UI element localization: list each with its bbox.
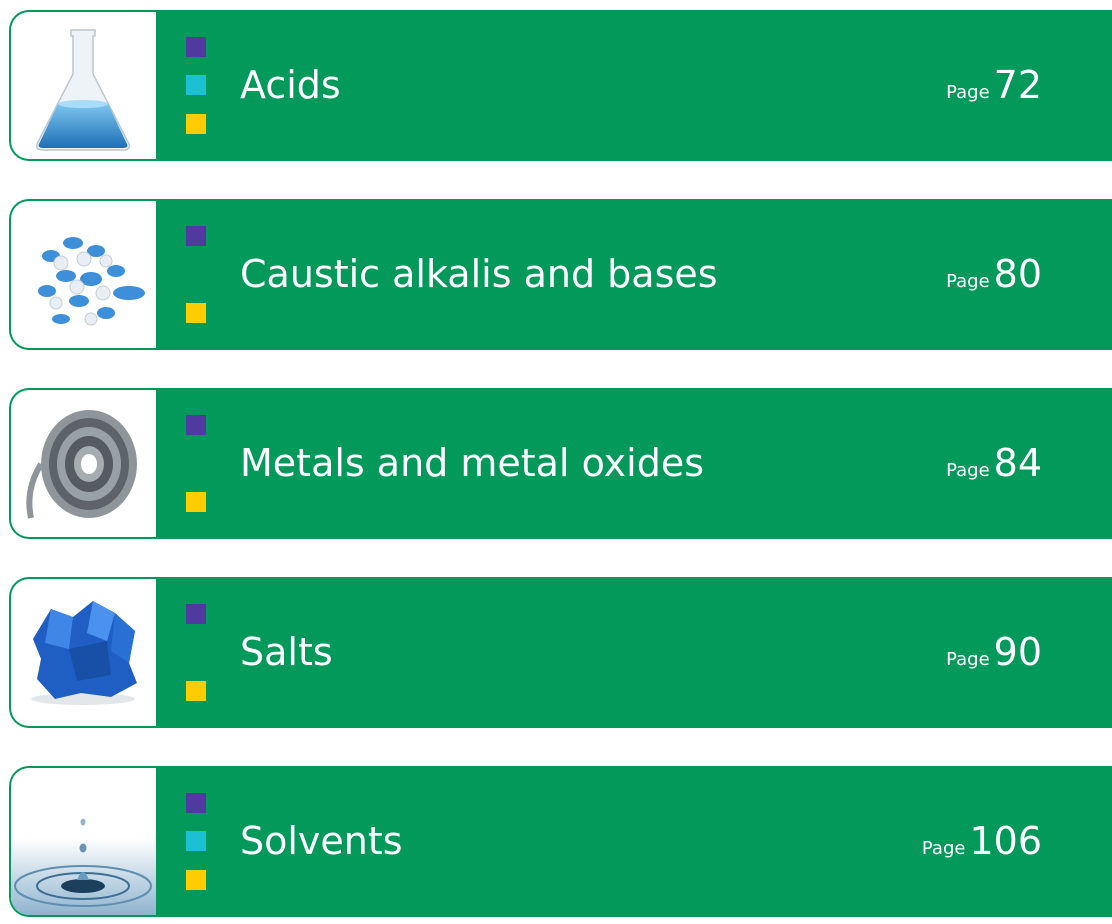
page-reference: Page 84 xyxy=(946,388,1042,539)
cyan-square xyxy=(186,75,206,95)
yellow-square xyxy=(186,681,206,701)
page-reference: Page 80 xyxy=(946,199,1042,350)
purple-square xyxy=(186,37,206,57)
page-reference: Page 106 xyxy=(922,766,1042,917)
page-reference: Page 90 xyxy=(946,577,1042,728)
metal-coil-icon xyxy=(11,390,156,537)
page-label: Page xyxy=(946,82,990,103)
page-reference: Page 72 xyxy=(946,10,1042,161)
water-drop-icon xyxy=(11,768,156,915)
cyan-square xyxy=(186,831,206,851)
page-label: Page xyxy=(946,271,990,292)
entry-solvents[interactable]: Solvents Page 106 xyxy=(9,766,1112,917)
yellow-square xyxy=(186,492,206,512)
page-number: 72 xyxy=(993,63,1042,107)
page-number: 90 xyxy=(993,630,1042,674)
entry-acids[interactable]: Acids Page 72 xyxy=(9,10,1112,161)
entry-metals-and-metal-oxides[interactable]: Metals and metal oxides Page 84 xyxy=(9,388,1112,539)
yellow-square xyxy=(186,114,206,134)
page-number: 80 xyxy=(993,252,1042,296)
entry-title: Acids xyxy=(240,63,341,107)
purple-square xyxy=(186,604,206,624)
entry-title: Solvents xyxy=(240,819,403,863)
page-label: Page xyxy=(946,460,990,481)
entry-title: Salts xyxy=(240,630,333,674)
page-number: 84 xyxy=(993,441,1042,485)
blue-crystal-icon xyxy=(11,579,156,726)
page-number: 106 xyxy=(969,819,1042,863)
pellets-icon xyxy=(11,201,156,348)
page-label: Page xyxy=(946,649,990,670)
purple-square xyxy=(186,415,206,435)
entry-salts[interactable]: Salts Page 90 xyxy=(9,577,1112,728)
flask-icon xyxy=(11,12,156,159)
yellow-square xyxy=(186,303,206,323)
purple-square xyxy=(186,793,206,813)
page-label: Page xyxy=(921,838,966,859)
entry-caustic-alkalis-and-bases[interactable]: Caustic alkalis and bases Page 80 xyxy=(9,199,1112,350)
entry-title: Caustic alkalis and bases xyxy=(240,252,718,296)
yellow-square xyxy=(186,870,206,890)
entry-title: Metals and metal oxides xyxy=(240,441,704,485)
purple-square xyxy=(186,226,206,246)
